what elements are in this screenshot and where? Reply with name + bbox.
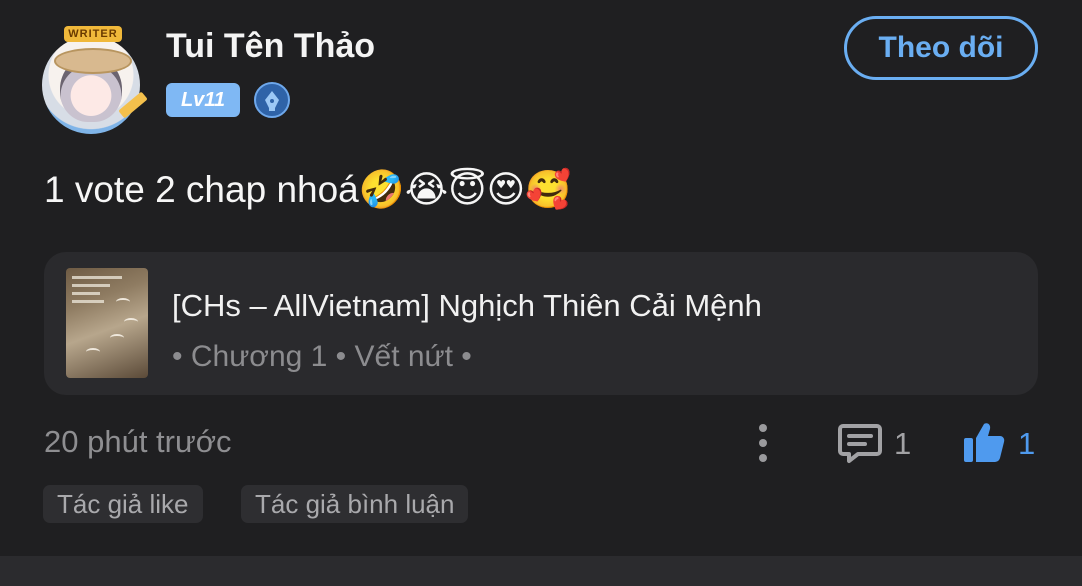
story-card[interactable]: [CHs – AllVietnam] Nghịch Thiên Cải Mệnh…	[44, 252, 1038, 395]
cover-title-line	[72, 276, 122, 279]
follow-button[interactable]: Theo dõi	[844, 16, 1038, 80]
cover-bird	[86, 348, 100, 356]
post-card: WRITER Tui Tên Thảo Lv11 Theo dõi 1 vote…	[0, 0, 1082, 556]
tag-author-liked: Tác giả like	[43, 485, 203, 523]
more-vertical-icon-dot	[759, 454, 767, 462]
comment-icon	[838, 424, 882, 463]
author-avatar[interactable]: WRITER	[34, 26, 152, 138]
cover-title-line	[72, 284, 110, 287]
writer-banner: WRITER	[64, 26, 122, 42]
cover-bird	[110, 334, 124, 342]
more-options-button[interactable]	[746, 420, 778, 466]
post-timestamp: 20 phút trước	[44, 424, 232, 459]
like-count: 1	[1018, 426, 1036, 461]
tag-author-commented: Tác giả bình luận	[241, 485, 469, 523]
cover-bird	[116, 298, 130, 306]
cover-title-line	[72, 292, 100, 295]
cover-bird	[124, 318, 138, 326]
like-button[interactable]: 1	[962, 418, 1042, 466]
comment-count: 1	[894, 426, 912, 461]
pen-nib-icon	[254, 82, 290, 118]
book-cover-image	[66, 268, 148, 378]
post-text: 1 vote 2 chap nhoá🤣😭😇😍🥰	[44, 169, 572, 210]
author-name[interactable]: Tui Tên Thảo	[166, 27, 375, 66]
cover-title-line	[72, 300, 104, 303]
pen-nib-glyph	[265, 91, 279, 111]
story-title: [CHs – AllVietnam] Nghịch Thiên Cải Mệnh	[172, 288, 762, 323]
story-chapter-meta: • Chương 1 • Vết nứt •	[172, 340, 472, 373]
next-post-divider	[0, 556, 1082, 586]
more-vertical-icon-dot	[759, 439, 767, 447]
thumbs-up-icon	[964, 423, 1005, 462]
avatar-hat	[54, 48, 132, 74]
more-vertical-icon-dot	[759, 424, 767, 432]
level-badge: Lv11	[166, 83, 240, 117]
comment-button[interactable]: 1	[838, 420, 918, 466]
